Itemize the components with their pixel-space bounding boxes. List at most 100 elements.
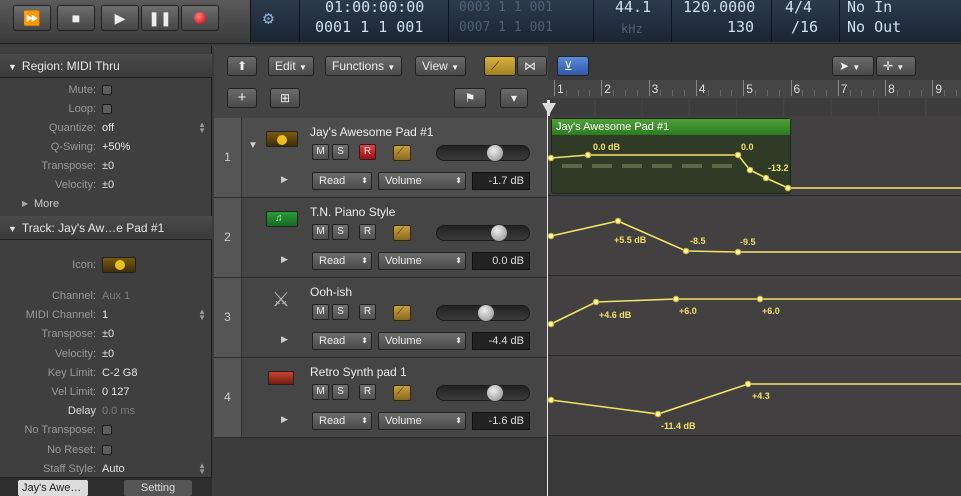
tab-setting[interactable]: Setting — [124, 480, 192, 496]
position-bars[interactable]: 0001 1 1 001 — [315, 18, 423, 36]
arrange-area[interactable]: Jay's Awesome Pad #1 0.0 dB 0.0 -13.2 +5.5 … — [548, 116, 961, 496]
track-param-value[interactable]: Aux 1 — [102, 287, 130, 305]
track-icon[interactable]: ♫ — [266, 211, 298, 227]
mute-button[interactable]: M — [312, 144, 329, 160]
automation-node[interactable] — [548, 232, 555, 240]
automation-line[interactable] — [550, 154, 961, 189]
collapse-button[interactable]: ▾ — [500, 88, 528, 108]
automation-mode-select[interactable]: Read ⬍ — [312, 412, 372, 430]
cycle-strip[interactable] — [548, 98, 961, 116]
record-enable-button[interactable]: R — [359, 144, 376, 160]
track-number[interactable]: 3 — [214, 278, 242, 357]
stepper-icon[interactable]: ▲ ▼ — [198, 121, 206, 135]
play-automation-icon[interactable]: ▶ — [281, 414, 288, 425]
track-param-value[interactable]: C-2 G8 — [102, 364, 137, 382]
automation-mode-select[interactable]: Read ⬍ — [312, 332, 372, 350]
fast-forward-button[interactable]: ⏩ — [13, 5, 51, 31]
flag-menu-button[interactable]: ⚑ — [454, 88, 486, 108]
disclosure-down-icon[interactable]: ▼ — [248, 140, 258, 151]
division[interactable]: /16 — [791, 18, 818, 36]
automation-node[interactable] — [756, 295, 764, 303]
track-inspector-header[interactable]: ▼ Track: Jay's Aw…e Pad #1 — [0, 216, 212, 240]
fader-knob[interactable] — [490, 224, 508, 242]
automation-node[interactable] — [654, 410, 662, 418]
automation-value[interactable]: 0.0 dB — [472, 252, 530, 270]
automation-node[interactable] — [548, 320, 555, 328]
track-name[interactable]: Retro Synth pad 1 — [310, 365, 407, 379]
fader-knob[interactable] — [477, 304, 495, 322]
automation-node[interactable] — [592, 298, 600, 306]
mute-button[interactable]: M — [312, 384, 329, 400]
automation-node[interactable] — [746, 166, 754, 174]
automation-node[interactable] — [548, 154, 555, 162]
track-header[interactable]: 4 Retro Synth pad 1 M S R ⟋ ▶ Read ⬍ Volu… — [214, 358, 548, 438]
region-param-value[interactable]: off — [102, 119, 114, 137]
play-automation-icon[interactable]: ▶ — [281, 254, 288, 265]
track-param-value[interactable]: ±0 — [102, 345, 114, 363]
automation-node[interactable] — [584, 151, 592, 159]
track-header[interactable]: 3 ⚔ Ooh-ish M S R ⟋ ▶ Read ⬍ Volume ⬍ -4.4… — [214, 278, 548, 358]
track-number[interactable]: 4 — [214, 358, 242, 437]
automation-param-select[interactable]: Volume ⬍ — [378, 252, 466, 270]
solo-button[interactable]: S — [332, 224, 349, 240]
track-icon[interactable] — [102, 257, 136, 273]
play-automation-icon[interactable]: ▶ — [281, 334, 288, 345]
automation-value[interactable]: -4.4 dB — [472, 332, 530, 350]
track-param-value[interactable]: Auto — [102, 460, 125, 478]
region-param-value[interactable]: ±0 — [102, 157, 114, 175]
mute-button[interactable]: M — [312, 224, 329, 240]
track-param-checkbox[interactable] — [102, 425, 112, 436]
stop-button[interactable]: ■ — [57, 5, 95, 31]
track-icon[interactable] — [266, 371, 298, 387]
snap-button[interactable]: ⊻ — [557, 56, 589, 76]
automation-param-select[interactable]: Volume ⬍ — [378, 412, 466, 430]
up-button[interactable]: ⬆ — [227, 56, 257, 76]
automation-node[interactable] — [762, 174, 770, 182]
crosshair-tool-menu[interactable]: ✛ ▼ — [876, 56, 916, 76]
volume-fader[interactable] — [436, 144, 530, 162]
automation-param-select[interactable]: Volume ⬍ — [378, 332, 466, 350]
automation-node[interactable] — [672, 295, 680, 303]
automation-node[interactable] — [734, 151, 742, 159]
region-param-checkbox[interactable] — [102, 104, 112, 114]
track-name[interactable]: Ooh-ish — [310, 285, 352, 299]
automation-button[interactable]: ⟋ — [393, 225, 411, 241]
track-param-checkbox[interactable] — [102, 444, 112, 455]
track-number[interactable]: 1 — [214, 118, 242, 197]
functions-menu[interactable]: Functions ▼ — [325, 56, 403, 76]
automation-button[interactable]: ⟋ — [393, 305, 411, 321]
play-automation-icon[interactable]: ▶ — [281, 174, 288, 185]
automation-curves[interactable]: 0.0 dB 0.0 -13.2 +5.5 dB -8.5 -9.5 +4.6 dB +6.0… — [548, 116, 961, 496]
automation-node[interactable] — [682, 247, 690, 255]
automation-node[interactable] — [784, 184, 792, 192]
locator-start[interactable]: 0003 1 1 001 — [459, 0, 553, 15]
track-icon[interactable]: ⚔ — [266, 289, 298, 311]
mute-button[interactable]: M — [312, 304, 329, 320]
record-enable-button[interactable]: R — [359, 384, 376, 400]
automation-node[interactable] — [548, 396, 555, 404]
time-signature[interactable]: 4/4 — [785, 0, 812, 16]
automation-value[interactable]: -1.7 dB — [472, 172, 530, 190]
bar-ruler[interactable]: 1 2 3 4 5 6 7 8 9 — [548, 80, 961, 116]
stepper-icon[interactable]: ▲ ▼ — [198, 461, 206, 475]
crossfade-button[interactable]: ⋈ — [517, 56, 547, 76]
record-enable-button[interactable]: R — [359, 224, 376, 240]
position-time[interactable]: 01:00:00:00 — [325, 0, 424, 16]
automation-button[interactable]: ⟋ — [393, 145, 411, 161]
tab-track-name[interactable]: Jay's Awe… — [18, 480, 88, 496]
fader-knob[interactable] — [486, 144, 504, 162]
stepper-icon[interactable]: ▲ ▼ — [198, 308, 206, 322]
edit-menu[interactable]: Edit ▼ — [268, 56, 314, 76]
automation-button[interactable]: ⟋ — [393, 385, 411, 401]
automation-curve-button[interactable]: ⟋ — [484, 56, 516, 76]
track-icon[interactable] — [266, 131, 298, 147]
automation-node[interactable] — [614, 217, 622, 225]
new-folder-button[interactable]: ⊞ — [270, 88, 300, 108]
pause-button[interactable]: ❚❚ — [141, 5, 179, 31]
add-track-button[interactable]: + — [227, 88, 257, 108]
record-enable-button[interactable]: R — [359, 304, 376, 320]
track-param-value[interactable]: 1 — [102, 306, 108, 324]
track-param-value[interactable]: ±0 — [102, 325, 114, 343]
region-inspector-header[interactable]: ▼ Region: MIDI Thru — [0, 54, 212, 78]
pointer-tool-menu[interactable]: ➤ ▼ — [832, 56, 874, 76]
